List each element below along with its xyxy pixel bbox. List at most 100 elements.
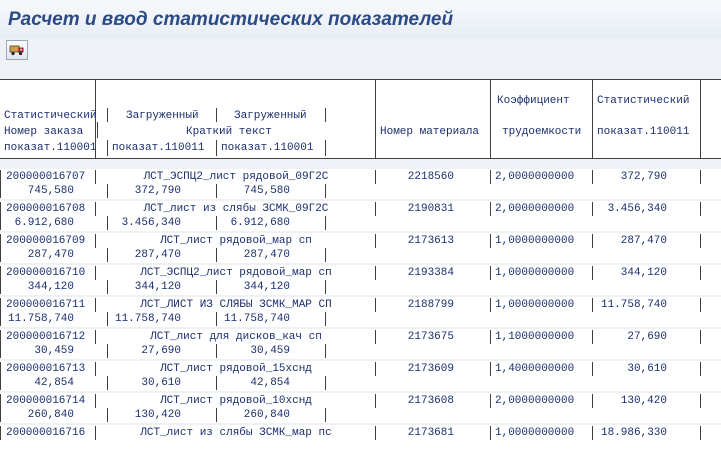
material-number: 2188799 (407, 299, 454, 311)
stat-value: 372,790 (620, 171, 667, 183)
col-divider (490, 170, 491, 184)
col-divider (700, 394, 701, 408)
short-text: ЛСТ_ЭСПЦ2_лист рядовой_09Г2С (143, 171, 329, 183)
loaded-value-2: 745,580 (243, 185, 290, 197)
header-stat2-label: Статистический (597, 95, 690, 107)
col-divider (325, 184, 326, 198)
coefficient: 2,0000000000 (495, 171, 575, 183)
short-text: ЛСТ_лист рядовой_10хснд (160, 395, 312, 407)
col-divider (325, 408, 326, 422)
coefficient: 1,0000000000 (495, 427, 575, 439)
stat-value: 287,470 (620, 235, 667, 247)
col-divider (0, 184, 1, 198)
stat-indicator-value: 260,840 (27, 409, 74, 421)
col-divider (592, 298, 593, 312)
loaded-value-1: 3.456,340 (121, 217, 181, 229)
short-text: ЛСТ_лист из слябы ЗСМК_мар пс (140, 427, 332, 439)
short-text: ЛСТ_ЛИСТ ИЗ СЛЯБЫ ЗСМК_МАР СП (140, 299, 332, 311)
col-divider (592, 266, 593, 280)
header-short-text: Краткий текст (186, 126, 272, 138)
order-number: 200000016709 (6, 235, 86, 247)
coefficient: 1,0000000000 (495, 299, 575, 311)
order-number: 200000016713 (6, 363, 86, 375)
col-divider (325, 280, 326, 294)
loaded-value-2: 287,470 (243, 249, 290, 261)
application-toolbar (0, 38, 721, 65)
execute-button[interactable] (6, 40, 28, 60)
col-divider (216, 140, 217, 156)
header-loaded-code-1: показат.110011 (112, 142, 205, 154)
col-divider (700, 202, 701, 216)
col-divider (700, 170, 701, 184)
col-divider (0, 312, 1, 326)
col-divider (375, 80, 376, 158)
short-text: ЛСТ_лист для дисков_кач сп (150, 331, 322, 343)
material-number: 2193384 (407, 267, 454, 279)
col-divider (325, 376, 326, 390)
material-number: 2190831 (407, 203, 454, 215)
order-number: 200000016708 (6, 203, 86, 215)
header-stat-label: Статистический (4, 110, 97, 122)
stat-indicator-value: 6.912,680 (14, 217, 74, 229)
material-number: 2173681 (407, 427, 454, 439)
stat-indicator-value: 745,580 (27, 185, 74, 197)
col-divider (490, 266, 491, 280)
col-divider (325, 108, 326, 122)
title-bar: Расчет и ввод статистических показателей (0, 0, 721, 39)
col-divider (107, 140, 108, 156)
stat-value: 130,420 (620, 395, 667, 407)
col-divider (0, 344, 1, 358)
header-stat-code: показат.110001 (4, 142, 97, 154)
col-divider (0, 266, 1, 280)
col-divider (0, 408, 1, 422)
col-divider (490, 298, 491, 312)
stat-indicator-value: 344,120 (27, 281, 74, 293)
coefficient: 1,0000000000 (495, 267, 575, 279)
col-divider (700, 234, 701, 248)
col-divider (325, 140, 326, 156)
material-number: 2173608 (407, 395, 454, 407)
order-number: 200000016710 (6, 267, 86, 279)
header-coef-sub: трудоемкости (502, 126, 582, 138)
stat-indicator-value: 287,470 (27, 249, 74, 261)
col-divider (0, 376, 1, 390)
loaded-value-1: 11.758,740 (114, 313, 181, 325)
order-number: 200000016716 (6, 427, 86, 439)
header-loaded-2: Загруженный (234, 110, 307, 122)
short-text: ЛСТ_лист из слябы ЗСМК_09Г2С (143, 203, 329, 215)
stat-indicator-value: 30,459 (34, 345, 74, 357)
header-stat2-code: показат.110011 (597, 126, 690, 138)
page-title: Расчет и ввод статистических показателей (8, 9, 454, 30)
col-divider (0, 170, 1, 184)
loaded-value-1: 27,690 (141, 345, 181, 357)
loaded-value-2: 11.758,740 (223, 313, 290, 325)
loaded-value-1: 372,790 (134, 185, 181, 197)
stat-value: 18.986,330 (600, 427, 667, 439)
loaded-value-2: 42,854 (250, 377, 290, 389)
col-divider (325, 312, 326, 326)
stat-value: 27,690 (627, 331, 667, 343)
col-divider (490, 330, 491, 344)
col-divider (97, 122, 98, 138)
stat-value: 11.758,740 (600, 299, 667, 311)
col-divider (0, 426, 1, 440)
col-divider (490, 394, 491, 408)
material-number: 2218560 (407, 171, 454, 183)
col-divider (0, 234, 1, 248)
col-divider (700, 362, 701, 376)
loaded-value-1: 344,120 (134, 281, 181, 293)
header-coef-label: Коэффициент (497, 95, 570, 107)
col-divider (700, 266, 701, 280)
col-divider (592, 394, 593, 408)
loaded-value-2: 30,459 (250, 345, 290, 357)
stat-value: 30,610 (627, 363, 667, 375)
col-divider (0, 216, 1, 230)
report-list: Коэффициент Статистический Статистически… (0, 64, 721, 455)
col-divider (325, 216, 326, 230)
order-number: 200000016707 (6, 171, 86, 183)
coefficient: 2,0000000000 (495, 395, 575, 407)
col-divider (490, 362, 491, 376)
coefficient: 1,0000000000 (495, 235, 575, 247)
col-divider (490, 426, 491, 440)
header-background (0, 80, 721, 158)
